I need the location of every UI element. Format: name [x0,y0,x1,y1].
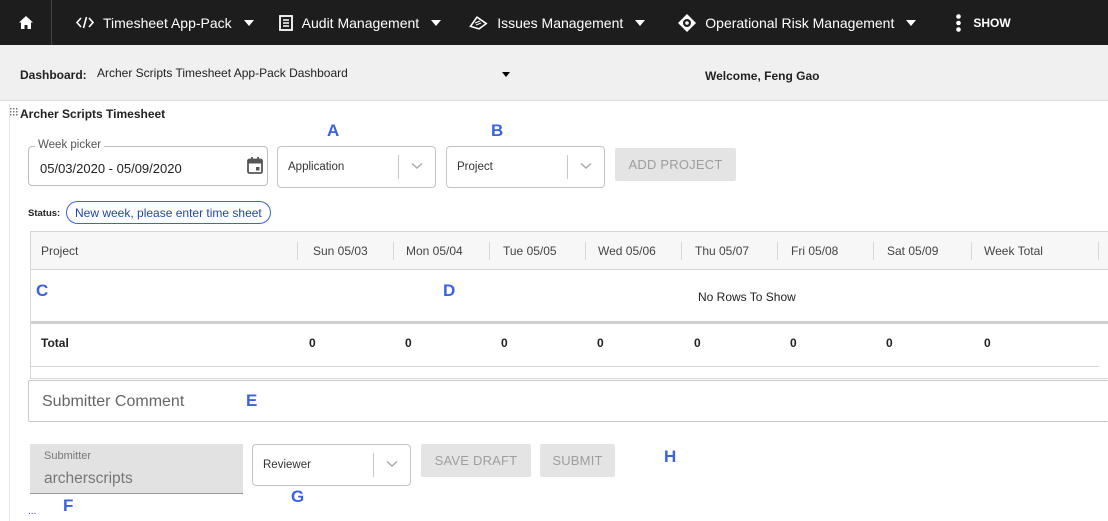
column-separator [971,242,972,260]
dashboard-selected-value: Archer Scripts Timesheet App-Pack Dashbo… [97,66,348,80]
submitter-field: Submitter archerscripts [30,444,243,494]
target-icon [678,13,697,32]
column-header-mon[interactable]: Mon 05/04 [406,244,463,258]
annotation-d: D [443,281,456,300]
dashboard-select[interactable]: Archer Scripts Timesheet App-Pack Dashbo… [97,66,517,84]
annotation-b: B [491,121,504,140]
submitter-comment-field[interactable]: Submitter Comment [28,380,1108,422]
column-separator [681,242,682,260]
home-icon [18,16,33,29]
column-header-project[interactable]: Project [41,244,78,258]
status-label: Status: [28,208,61,219]
total-label: Total [41,336,69,350]
save-draft-button[interactable]: SAVE DRAFT [421,444,531,477]
kebab-menu-icon [956,13,962,32]
annotation-f: F [63,496,74,515]
top-navigation-bar: Timesheet App-Pack Audit Management Issu… [0,0,1108,45]
dropdown-arrow-icon [502,72,510,77]
annotation-e: E [246,391,258,410]
column-separator [1098,242,1099,260]
column-header-fri[interactable]: Fri 05/08 [791,244,838,258]
column-header-wed[interactable]: Wed 05/06 [598,244,656,258]
chevron-down-icon [411,162,423,169]
column-separator [297,242,298,260]
column-separator [489,242,490,260]
annotation-h: H [664,447,677,466]
week-picker-label: Week picker [35,139,105,151]
submitter-value: archerscripts [44,470,133,487]
status-badge: New week, please enter time sheet [66,201,271,224]
calendar-icon[interactable] [247,157,263,174]
timesheet-grid: Project Sun 05/03 Mon 05/04 Tue 05/05 We… [30,231,1108,379]
nav-menu-audit[interactable]: Audit Management [278,0,442,45]
chevron-down-icon [635,19,646,26]
nav-menu-label: Operational Risk Management [705,14,895,31]
week-picker-value: 05/03/2020 - 05/09/2020 [40,161,182,176]
chevron-down-icon [906,19,917,26]
submit-button[interactable]: SUBMIT [540,444,615,477]
submitter-comment-placeholder: Submitter Comment [42,393,185,410]
reviewer-placeholder: Reviewer [263,459,311,471]
column-separator [585,242,586,260]
empty-grid-message: No Rows To Show [698,290,796,304]
project-dropdown[interactable]: Project [446,146,605,188]
column-header-thu[interactable]: Thu 05/07 [695,244,749,258]
project-placeholder: Project [457,161,493,173]
nav-menu-timesheet[interactable]: Timesheet App-Pack [76,0,254,45]
nav-menu-issues[interactable]: Issues Management [468,0,646,45]
chevron-down-icon [386,460,398,467]
grid-total-row: Total 0 0 0 0 0 0 0 0 [31,321,1108,355]
annotation-c: C [36,281,49,300]
total-week: 0 [984,336,991,350]
more-options-dots[interactable]: ... [28,506,36,517]
nav-menu-operational-risk[interactable]: Operational Risk Management [678,0,917,45]
column-separator [777,242,778,260]
dropdown-separator [373,453,374,477]
annotation-g: G [291,487,305,506]
nav-menu-label: Timesheet App-Pack [103,14,232,31]
total-sun: 0 [309,336,316,350]
panel-title: Archer Scripts Timesheet [20,107,166,121]
column-separator [393,242,394,260]
column-separator [873,242,874,260]
total-wed: 0 [597,336,604,350]
total-sat: 0 [886,336,893,350]
drag-grip-icon[interactable] [10,108,20,117]
application-dropdown[interactable]: Application [277,146,436,188]
home-button[interactable] [0,0,52,45]
dropdown-separator [398,155,399,179]
column-header-tue[interactable]: Tue 05/05 [503,244,557,258]
dropdown-separator [567,155,568,179]
chevron-down-icon [243,19,254,26]
ticket-icon [469,15,488,30]
total-mon: 0 [405,336,412,350]
chevron-down-icon [431,19,442,26]
add-project-button[interactable]: ADD PROJECT [615,148,736,181]
grid-header: Project Sun 05/03 Mon 05/04 Tue 05/05 We… [31,232,1108,270]
document-icon [278,14,293,31]
code-icon [76,16,94,29]
dashboard-label: Dashboard: [20,68,87,82]
chevron-down-icon [580,162,592,169]
column-header-sat[interactable]: Sat 05/09 [887,244,938,258]
annotation-a: A [327,121,340,140]
total-thu: 0 [694,336,701,350]
submitter-label: Submitter [44,450,92,462]
nav-menu-label: Issues Management [497,14,624,31]
column-header-sun[interactable]: Sun 05/03 [313,244,368,258]
dashboard-bar: Dashboard: Archer Scripts Timesheet App-… [0,45,1108,101]
application-placeholder: Application [288,161,345,173]
nav-menu-label: Audit Management [301,14,420,31]
column-header-week-total[interactable]: Week Total [984,244,1043,258]
total-tue: 0 [501,336,508,350]
grid-bottom-border [31,366,1099,367]
show-more-label: SHOW [973,15,1011,30]
total-fri: 0 [790,336,797,350]
welcome-text: Welcome, Feng Gao [705,69,820,83]
reviewer-dropdown[interactable]: Reviewer [252,444,411,486]
show-more-button[interactable]: SHOW [956,0,1011,45]
